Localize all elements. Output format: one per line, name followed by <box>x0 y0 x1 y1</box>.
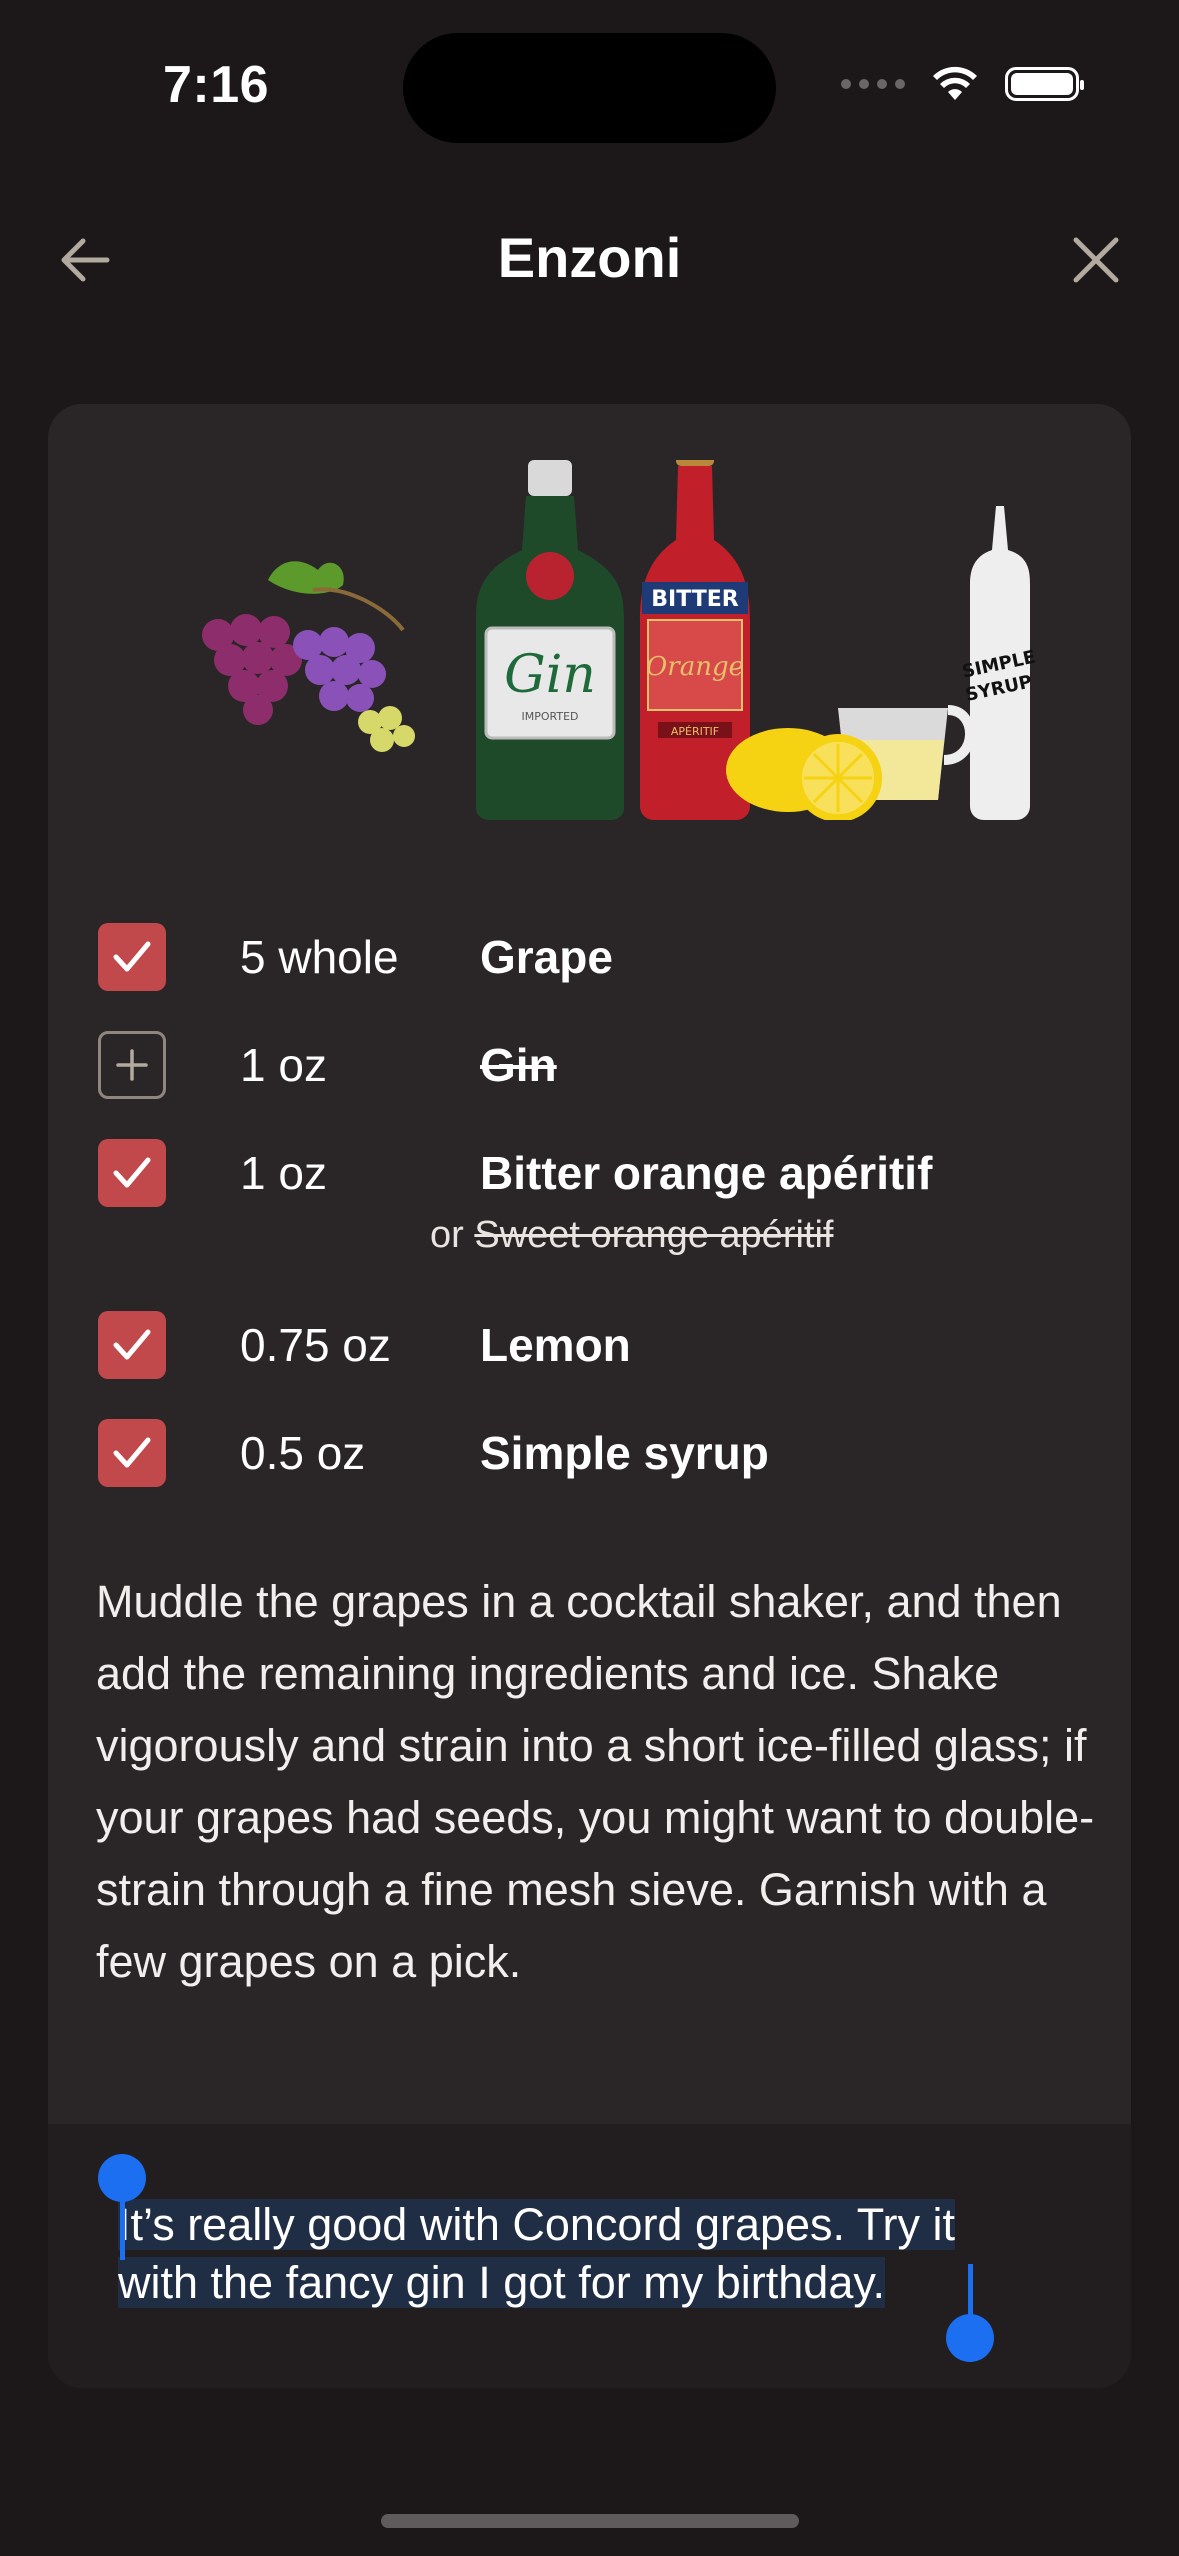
alternative-prefix: or <box>430 1214 464 1256</box>
svg-text:Gin: Gin <box>504 645 596 705</box>
page-title: Enzoni <box>497 226 682 289</box>
lemon-juice-image <box>726 705 975 820</box>
cellular-signal-icon <box>841 79 905 89</box>
checkmark-icon <box>113 1329 151 1360</box>
ingredient-checkbox-bitter-orange[interactable] <box>98 1139 166 1207</box>
status-time: 7:16 <box>163 56 270 114</box>
checkmark-icon <box>113 1157 151 1188</box>
ingredient-name: Gin <box>480 1039 557 1091</box>
ingredient-quantity: 1 oz <box>240 1147 327 1199</box>
ingredient-quantity: 0.75 oz <box>240 1319 391 1371</box>
recipe-card: Gin IMPORTED BITTER Orange APÉRITIF SIMP… <box>48 404 1131 2388</box>
selection-start-caret <box>120 2200 125 2260</box>
ingredient-name: Simple syrup <box>480 1427 769 1479</box>
ingredient-checkbox-simple-syrup[interactable] <box>98 1419 166 1487</box>
checkmark-icon <box>113 941 151 972</box>
home-indicator[interactable] <box>381 2514 799 2528</box>
ingredient-name: Bitter orange apéritif <box>480 1147 933 1199</box>
ingredients-illustration: Gin IMPORTED BITTER Orange APÉRITIF SIMP… <box>202 460 1037 820</box>
svg-text:APÉRITIF: APÉRITIF <box>671 725 719 738</box>
ingredient-quantity: 1 oz <box>240 1039 327 1091</box>
dynamic-island <box>403 33 776 143</box>
notes-section[interactable]: It’s really good with Concord grapes. Tr… <box>48 2124 1131 2388</box>
svg-text:BITTER: BITTER <box>651 587 739 612</box>
wifi-icon <box>933 66 977 100</box>
close-button[interactable] <box>1068 232 1124 288</box>
ingredient-checkbox-gin[interactable] <box>98 1031 166 1099</box>
notes-text[interactable]: It’s really good with Concord grapes. Tr… <box>118 2196 1058 2312</box>
ingredient-name: Grape <box>480 931 613 983</box>
plus-icon <box>116 1049 148 1081</box>
ingredient-row: 0.5 oz Simple syrup <box>98 1418 769 1488</box>
selection-start-handle[interactable] <box>98 2154 146 2202</box>
ingredient-checkbox-lemon[interactable] <box>98 1311 166 1379</box>
ingredient-name: Lemon <box>480 1319 631 1371</box>
ingredient-checkbox-grape[interactable] <box>98 923 166 991</box>
battery-icon <box>1005 67 1084 101</box>
ingredient-alternative: or Sweet orange apéritif <box>430 1214 833 1257</box>
ingredient-row: 1 oz Gin <box>98 1030 557 1100</box>
close-icon <box>1073 237 1119 283</box>
svg-text:IMPORTED: IMPORTED <box>521 710 578 723</box>
notes-line: with the fancy gin I got for my birthday… <box>118 2257 886 2308</box>
notes-line: It’s really good with Concord grapes. Tr… <box>118 2199 956 2250</box>
ingredient-row: 5 whole Grape <box>98 922 613 992</box>
alternative-name[interactable]: Sweet orange apéritif <box>474 1214 833 1256</box>
svg-text:Orange: Orange <box>646 652 744 682</box>
ingredient-quantity: 0.5 oz <box>240 1427 366 1479</box>
gin-bottle-image: Gin IMPORTED <box>476 460 624 820</box>
ingredient-quantity: 5 whole <box>240 931 399 983</box>
ingredient-row: 1 oz Bitter orange apéritif <box>98 1138 932 1208</box>
recipe-instructions: Muddle the grapes in a cocktail shaker, … <box>96 1576 1095 1987</box>
ingredient-row: 0.75 oz Lemon <box>98 1310 631 1380</box>
selection-end-handle[interactable] <box>946 2314 994 2362</box>
checkmark-icon <box>113 1437 151 1468</box>
grapes-image <box>202 561 415 752</box>
status-icons <box>841 66 1084 102</box>
simple-syrup-bottle-image: SIMPLE SYRUP <box>960 506 1037 820</box>
